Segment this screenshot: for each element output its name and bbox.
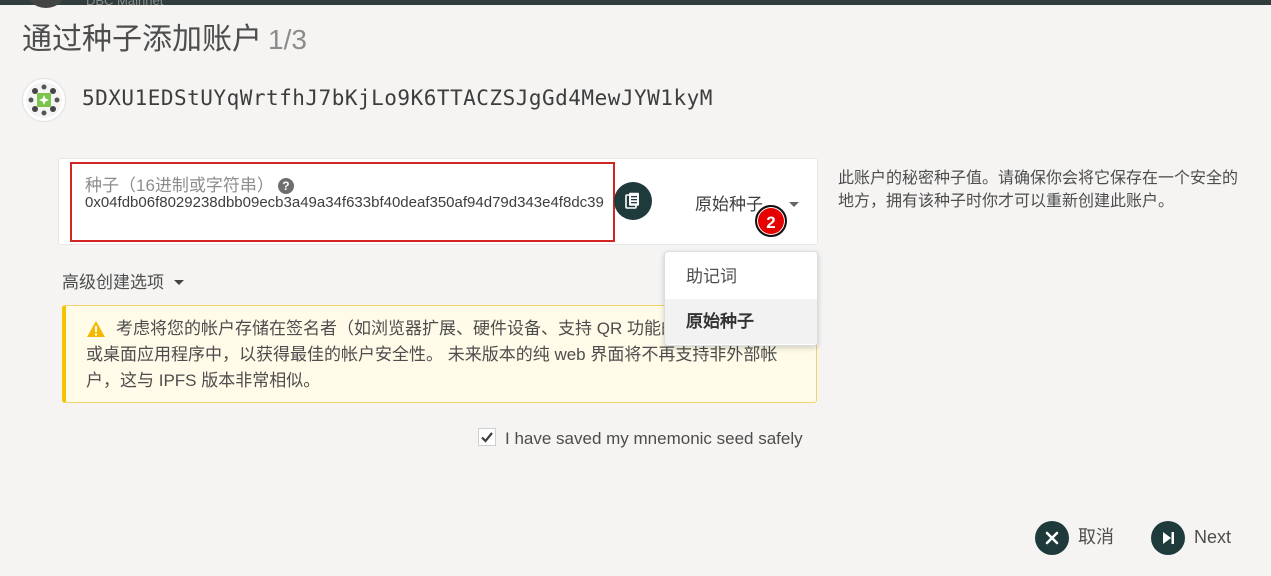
modal-title-text: 通过种子添加账户 — [22, 23, 262, 56]
seed-type-select[interactable]: 原始种子 — [695, 190, 763, 215]
advanced-options-toggle[interactable]: 高级创建选项 — [62, 268, 184, 293]
identicon[interactable] — [22, 78, 66, 122]
close-circle-icon — [1035, 521, 1069, 556]
seed-help-text: 此账户的秘密种子值。请确保你会将它保存在一个安全的地方，拥有该种子时你才可以重新… — [838, 170, 1239, 210]
caret-down-icon — [174, 280, 184, 285]
add-account-modal: 通过种子添加账户 1/3 5DXU1EDStUYqWrtfhJ7bKjLo9K6T… — [0, 0, 1271, 576]
checkmark-icon — [481, 432, 493, 443]
step-forward-icon — [1151, 521, 1185, 556]
seed-type-dropdown: 助记词 原始种子 — [664, 251, 818, 346]
confirm-saved-checkbox[interactable] — [478, 428, 496, 446]
question-circle-icon[interactable]: ? — [277, 178, 294, 194]
cancel-label: 取消 — [1078, 527, 1114, 547]
step-indicator: 1/3 — [268, 24, 307, 55]
copy-icon — [625, 192, 639, 209]
annotation-badge: 2 — [755, 205, 787, 237]
confirm-saved-label: I have saved my mnemonic seed safely — [505, 429, 803, 448]
confirm-saved-checkbox-row[interactable]: I have saved my mnemonic seed safely — [478, 428, 803, 449]
seed-value[interactable]: 0x04fdb06f8029238dbb09ecb3a49a34f633bf40… — [85, 193, 613, 213]
next-label: Next — [1194, 527, 1232, 547]
identicon-icon — [26, 82, 62, 118]
seed-input[interactable]: 种子（16进制或字符串）? 0x04fdb06f8029238dbb09ecb3… — [70, 162, 615, 242]
chevron-down-icon[interactable] — [789, 202, 799, 207]
dropdown-option-raw-seed[interactable]: 原始种子 — [665, 299, 817, 344]
next-button[interactable]: Next — [1151, 519, 1232, 556]
dropdown-option-mnemonic[interactable]: 助记词 — [665, 254, 817, 299]
advanced-options-label: 高级创建选项 — [62, 273, 164, 292]
cancel-button[interactable]: 取消 — [1035, 519, 1114, 556]
account-address: 5DXU1EDStUYqWrtfhJ7bKjLo9K6TTACZSJgGd4Me… — [82, 86, 713, 110]
modal-title: 通过种子添加账户 1/3 — [22, 14, 307, 58]
copy-button[interactable] — [614, 182, 652, 220]
